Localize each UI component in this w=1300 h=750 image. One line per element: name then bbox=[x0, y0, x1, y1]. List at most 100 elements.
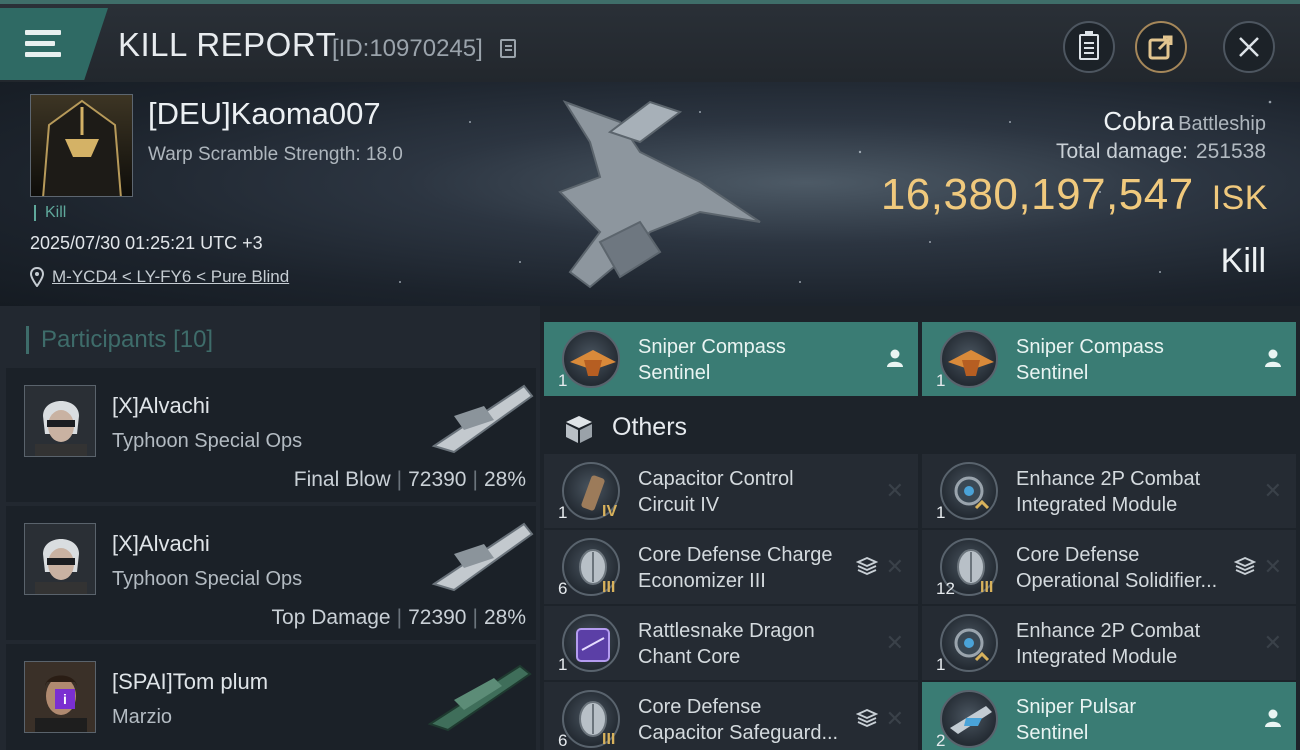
participant-percent: 28% bbox=[483, 606, 526, 629]
ship-name: Cobra bbox=[1103, 106, 1175, 136]
item-quantity: 1 bbox=[558, 655, 568, 674]
clipboard-button[interactable] bbox=[1063, 21, 1115, 73]
combat-module-icon bbox=[940, 614, 998, 672]
participants-panel[interactable]: Participants [10] [X]Alvachi Typhoon Spe… bbox=[0, 306, 540, 750]
item-card[interactable]: 12 III Core Defense Operational Solidifie… bbox=[922, 530, 1296, 604]
menu-icon bbox=[25, 30, 61, 58]
kill-tag: Kill bbox=[34, 205, 66, 221]
share-icon bbox=[1137, 23, 1185, 71]
kill-summary-banner: [DEU]Kaoma007 Warp Scramble Strength: 18… bbox=[0, 82, 1300, 306]
participant-percent: 28% bbox=[483, 468, 526, 491]
item-quantity: 1 bbox=[936, 371, 946, 390]
combat-module-icon bbox=[940, 462, 998, 520]
location-link[interactable]: M-YCD4 < LY-FY6 < Pure Blind bbox=[52, 267, 289, 287]
participant-row[interactable]: i [SPAI]Tom plum Marzio bbox=[6, 644, 536, 750]
item-quantity: 1 bbox=[558, 503, 568, 522]
isk-amount: 16,380,197,547 bbox=[880, 170, 1194, 219]
stack-icon[interactable] bbox=[856, 708, 878, 728]
item-card[interactable]: 1 IV Capacitor Control Circuit IV ✕ bbox=[544, 454, 918, 528]
others-label: Others bbox=[612, 413, 688, 441]
victim-ship-image bbox=[558, 100, 761, 289]
stack-icon[interactable] bbox=[856, 556, 878, 576]
item-card[interactable]: 1 Enhance 2P Combat Integrated Module ✕ bbox=[922, 606, 1296, 680]
avatar bbox=[24, 523, 96, 595]
location-pin-icon bbox=[30, 267, 44, 287]
destroyed-icon: ✕ bbox=[885, 554, 904, 579]
item-quantity: 2 bbox=[936, 731, 946, 750]
result-label: Kill bbox=[1220, 242, 1266, 280]
participant-ship: Typhoon Special Ops bbox=[112, 430, 303, 452]
kill-id: [ID:10970245] bbox=[332, 35, 483, 62]
destroyed-icon: ✕ bbox=[885, 706, 904, 731]
dragon-chant-core-icon bbox=[562, 614, 620, 672]
item-grade: III bbox=[980, 579, 994, 596]
person-icon[interactable] bbox=[1264, 708, 1282, 728]
person-icon[interactable] bbox=[886, 348, 904, 368]
cube-icon bbox=[566, 416, 592, 443]
page-title: KILL REPORT bbox=[118, 26, 337, 63]
avatar bbox=[24, 385, 96, 457]
participant-name: [X]Alvachi bbox=[112, 393, 210, 418]
participant-name: [SPAI]Tom plum bbox=[112, 669, 269, 694]
participant-stats: Final Blow | 72390 | 28% bbox=[293, 468, 526, 491]
participants-count: [10] bbox=[173, 326, 214, 353]
total-damage-value: 251538 bbox=[1195, 140, 1266, 163]
participant-stats: Top Damage | 72390 | 28% bbox=[271, 606, 526, 629]
participant-ship-image bbox=[431, 384, 534, 454]
drone-icon bbox=[940, 690, 998, 748]
participant-role: Final Blow bbox=[293, 468, 391, 491]
drone-icon bbox=[940, 330, 998, 388]
item-card[interactable]: 1 Enhance 2P Combat Integrated Module ✕ bbox=[922, 454, 1296, 528]
participant-damage: 72390 bbox=[408, 606, 467, 629]
destroyed-icon: ✕ bbox=[885, 630, 904, 655]
person-icon[interactable] bbox=[1264, 348, 1282, 368]
item-name: Core Defense Operational Solidifier... bbox=[1016, 544, 1218, 592]
item-name: Sniper Compass Sentinel bbox=[1016, 336, 1164, 384]
participant-name: [X]Alvachi bbox=[112, 531, 210, 556]
participant-damage: 72390 bbox=[408, 468, 467, 491]
stack-icon[interactable] bbox=[1234, 556, 1256, 576]
victim-portrait[interactable] bbox=[30, 94, 133, 197]
item-card[interactable]: 2 Sniper Pulsar Sentinel bbox=[922, 682, 1296, 750]
menu-button[interactable] bbox=[0, 8, 108, 80]
victim-ship: Cobra Battleship bbox=[1103, 106, 1266, 137]
item-card[interactable]: 1 Rattlesnake Dragon Chant Core ✕ bbox=[544, 606, 918, 680]
kill-datetime: 2025/07/30 01:25:21 UTC +3 bbox=[30, 233, 263, 253]
drone-icon bbox=[562, 330, 620, 388]
item-name: Core Defense Capacitor Safeguard... bbox=[638, 696, 839, 744]
isk-unit: ISK bbox=[1211, 179, 1268, 217]
participants-title: Participants bbox=[41, 326, 167, 353]
item-quantity: 1 bbox=[558, 371, 568, 390]
item-card[interactable]: 1 Sniper Compass Sentinel bbox=[544, 322, 918, 396]
total-damage: Total damage: 251538 bbox=[1056, 140, 1266, 164]
share-button[interactable] bbox=[1135, 21, 1187, 73]
item-card[interactable]: 1 Sniper Compass Sentinel bbox=[922, 322, 1296, 396]
item-name: Capacitor Control Circuit IV bbox=[638, 468, 794, 516]
item-name: Rattlesnake Dragon Chant Core bbox=[638, 620, 815, 668]
item-grade: IV bbox=[602, 503, 618, 520]
copy-icon[interactable] bbox=[500, 39, 516, 58]
item-name: Enhance 2P Combat Integrated Module bbox=[1016, 468, 1201, 516]
participant-ship-image bbox=[427, 664, 532, 732]
destroyed-icon: ✕ bbox=[1263, 630, 1282, 655]
item-grade: III bbox=[602, 579, 616, 596]
info-badge: i bbox=[55, 689, 75, 709]
item-quantity: 6 bbox=[558, 731, 568, 750]
item-quantity: 12 bbox=[936, 579, 955, 598]
total-damage-label: Total damage: bbox=[1056, 140, 1188, 163]
item-card[interactable]: 6 III Core Defense Capacitor Safeguard...… bbox=[544, 682, 918, 750]
participant-row[interactable]: [X]Alvachi Typhoon Special Ops Final Blo… bbox=[6, 368, 536, 502]
item-quantity: 1 bbox=[936, 655, 946, 674]
item-card[interactable]: 6 III Core Defense Charge Economizer III … bbox=[544, 530, 918, 604]
dropped-items-panel[interactable]: 1 Sniper Compass Sentinel 1 Sniper Compas… bbox=[540, 306, 1300, 750]
item-quantity: 6 bbox=[558, 579, 568, 598]
item-quantity: 1 bbox=[936, 503, 946, 522]
close-icon bbox=[1225, 23, 1273, 71]
participant-role: Top Damage bbox=[271, 606, 391, 629]
participant-row[interactable]: [X]Alvachi Typhoon Special Ops Top Damag… bbox=[6, 506, 536, 640]
close-button[interactable] bbox=[1223, 21, 1275, 73]
item-grade: III bbox=[602, 731, 616, 748]
victim-name[interactable]: [DEU]Kaoma007 bbox=[148, 96, 381, 132]
item-name: Sniper Compass Sentinel bbox=[638, 336, 786, 384]
destroyed-icon: ✕ bbox=[885, 478, 904, 503]
